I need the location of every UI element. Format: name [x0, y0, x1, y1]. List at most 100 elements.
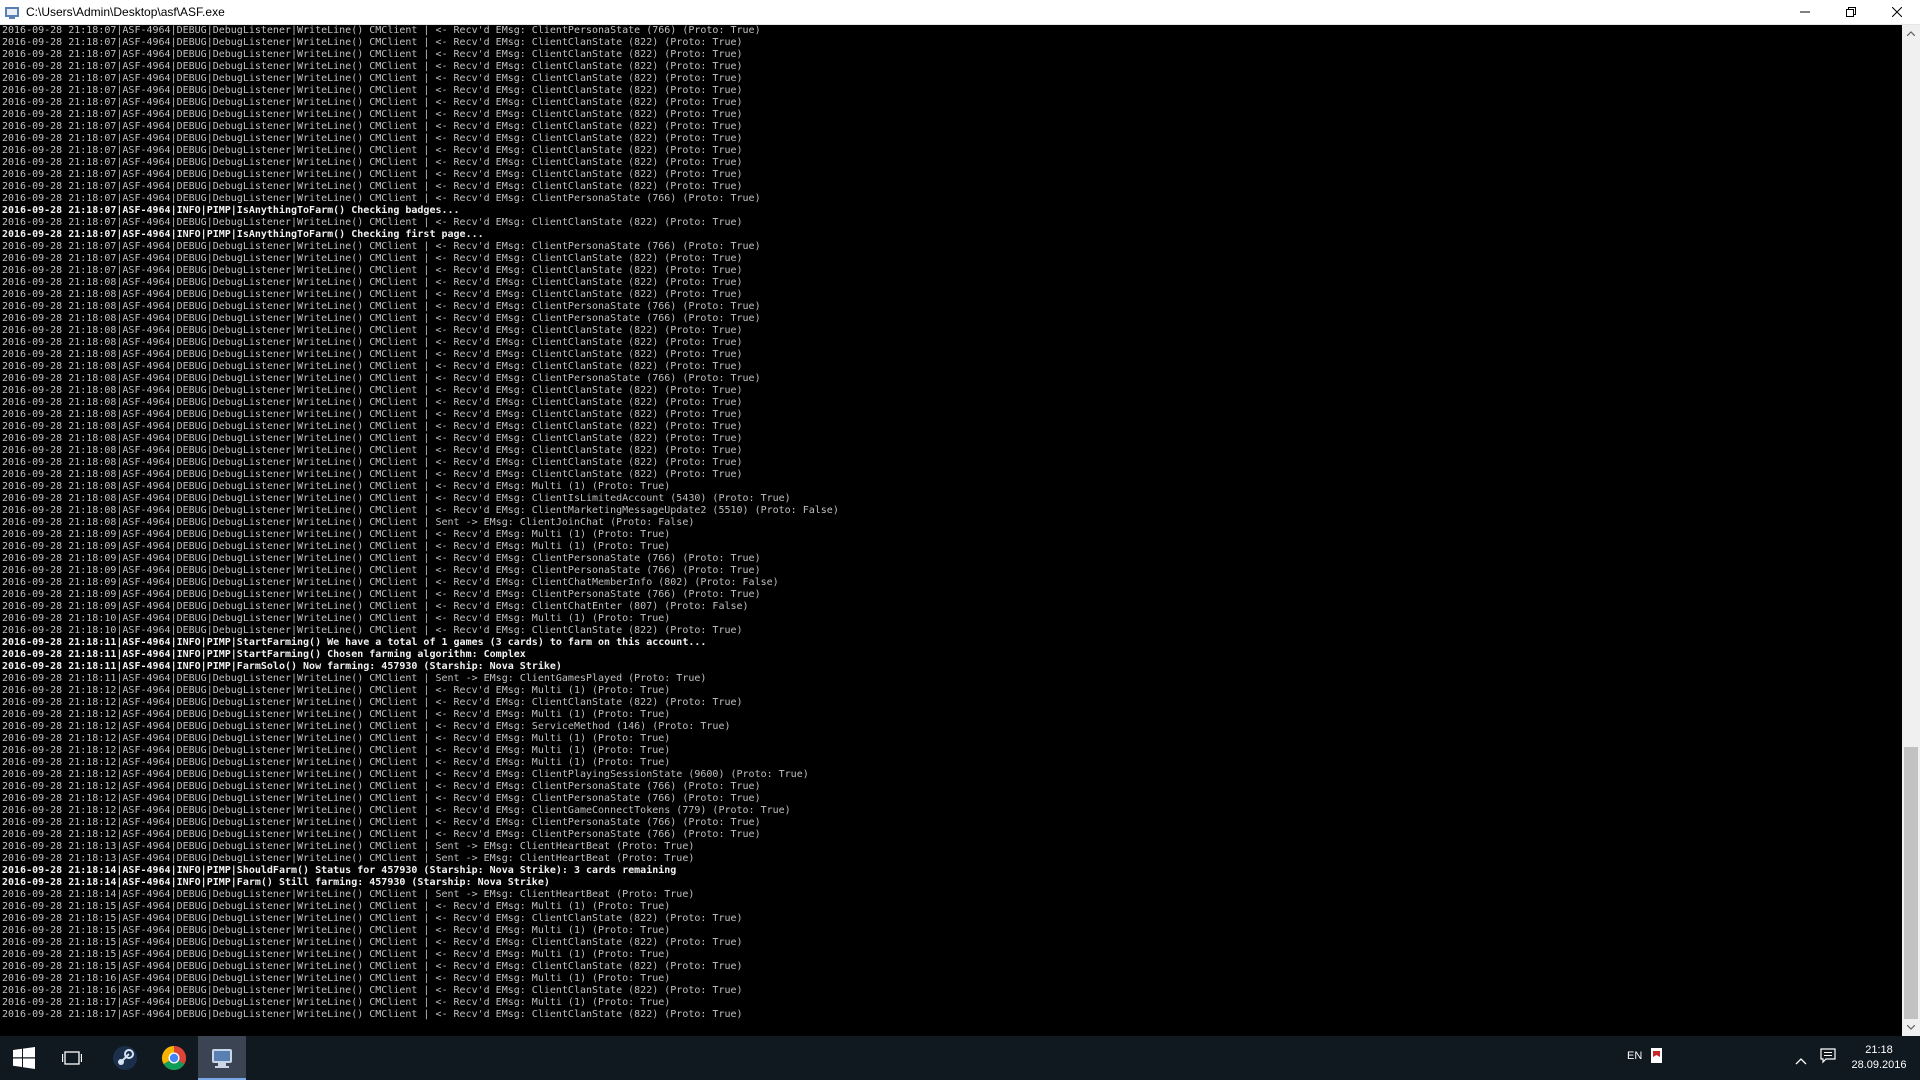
log-line: 2016-09-28 21:18:08|ASF-4964|DEBUG|Debug… — [2, 277, 743, 288]
log-line: 2016-09-28 21:18:08|ASF-4964|DEBUG|Debug… — [2, 385, 743, 396]
log-line: 2016-09-28 21:18:08|ASF-4964|DEBUG|Debug… — [2, 373, 761, 384]
log-line: 2016-09-28 21:18:08|ASF-4964|DEBUG|Debug… — [2, 505, 839, 516]
log-line: 2016-09-28 21:18:07|ASF-4964|DEBUG|Debug… — [2, 133, 743, 144]
asf-app-icon — [212, 1049, 232, 1068]
log-line: 2016-09-28 21:18:15|ASF-4964|DEBUG|Debug… — [2, 961, 743, 972]
flag-icon-shape — [1651, 1049, 1662, 1063]
steam-icon — [113, 1046, 137, 1070]
log-line: 2016-09-28 21:18:15|ASF-4964|DEBUG|Debug… — [2, 901, 671, 912]
clock-time: 21:18 — [1865, 1044, 1893, 1056]
input-language-indicator[interactable]: EN — [1627, 1050, 1642, 1062]
start-button[interactable] — [0, 1036, 48, 1080]
taskbar: EN 21:18 28.09.2016 — [0, 1036, 1920, 1080]
log-line: 2016-09-28 21:18:15|ASF-4964|DEBUG|Debug… — [2, 949, 671, 960]
log-line: 2016-09-28 21:18:07|ASF-4964|DEBUG|Debug… — [2, 265, 743, 276]
log-line: 2016-09-28 21:18:11|ASF-4964|INFO|PIMP|S… — [2, 649, 526, 660]
log-line: 2016-09-28 21:18:09|ASF-4964|DEBUG|Debug… — [2, 553, 761, 564]
log-line: 2016-09-28 21:18:07|ASF-4964|DEBUG|Debug… — [2, 241, 761, 252]
taskbar-steam[interactable] — [101, 1036, 149, 1080]
log-line: 2016-09-28 21:18:12|ASF-4964|DEBUG|Debug… — [2, 757, 671, 768]
log-line: 2016-09-28 21:18:10|ASF-4964|DEBUG|Debug… — [2, 625, 743, 636]
log-line: 2016-09-28 21:18:12|ASF-4964|DEBUG|Debug… — [2, 745, 671, 756]
scroll-up-button[interactable] — [1902, 25, 1920, 42]
log-line: 2016-09-28 21:18:07|ASF-4964|DEBUG|Debug… — [2, 145, 743, 156]
log-line: 2016-09-28 21:18:12|ASF-4964|DEBUG|Debug… — [2, 817, 761, 828]
log-line: 2016-09-28 21:18:17|ASF-4964|DEBUG|Debug… — [2, 1009, 743, 1020]
action-center-button[interactable] — [1820, 1048, 1836, 1068]
taskbar-chrome[interactable] — [150, 1036, 198, 1080]
log-line: 2016-09-28 21:18:07|ASF-4964|DEBUG|Debug… — [2, 49, 743, 60]
log-line: 2016-09-28 21:18:16|ASF-4964|DEBUG|Debug… — [2, 973, 671, 984]
log-line: 2016-09-28 21:18:08|ASF-4964|DEBUG|Debug… — [2, 493, 791, 504]
log-line: 2016-09-28 21:18:12|ASF-4964|DEBUG|Debug… — [2, 829, 761, 840]
log-line: 2016-09-28 21:18:14|ASF-4964|DEBUG|Debug… — [2, 889, 695, 900]
log-line: 2016-09-28 21:18:11|ASF-4964|DEBUG|Debug… — [2, 673, 707, 684]
log-line: 2016-09-28 21:18:07|ASF-4964|DEBUG|Debug… — [2, 73, 743, 84]
log-line: 2016-09-28 21:18:07|ASF-4964|DEBUG|Debug… — [2, 217, 743, 228]
log-line: 2016-09-28 21:18:14|ASF-4964|INFO|PIMP|F… — [2, 877, 550, 888]
taskbar-asf[interactable] — [198, 1036, 246, 1080]
log-line: 2016-09-28 21:18:07|ASF-4964|DEBUG|Debug… — [2, 157, 743, 168]
log-line: 2016-09-28 21:18:11|ASF-4964|INFO|PIMP|S… — [2, 637, 707, 648]
log-line: 2016-09-28 21:18:09|ASF-4964|DEBUG|Debug… — [2, 529, 671, 540]
log-line: 2016-09-28 21:18:11|ASF-4964|INFO|PIMP|F… — [2, 661, 562, 672]
flag-icon[interactable] — [1651, 1048, 1662, 1063]
log-line: 2016-09-28 21:18:08|ASF-4964|DEBUG|Debug… — [2, 301, 761, 312]
log-line: 2016-09-28 21:18:07|ASF-4964|DEBUG|Debug… — [2, 109, 743, 120]
restore-icon — [1846, 7, 1856, 17]
log-line: 2016-09-28 21:18:08|ASF-4964|DEBUG|Debug… — [2, 433, 743, 444]
log-line: 2016-09-28 21:18:08|ASF-4964|DEBUG|Debug… — [2, 361, 743, 372]
scroll-down-button[interactable] — [1902, 1019, 1920, 1036]
scroll-up-arrow-icon — [1907, 31, 1915, 36]
log-line: 2016-09-28 21:18:07|ASF-4964|DEBUG|Debug… — [2, 61, 743, 72]
log-line: 2016-09-28 21:18:08|ASF-4964|DEBUG|Debug… — [2, 517, 695, 528]
log-line: 2016-09-28 21:18:07|ASF-4964|INFO|PIMP|I… — [2, 205, 460, 216]
restore-button[interactable] — [1828, 0, 1874, 24]
system-clock[interactable]: 21:18 28.09.2016 — [1840, 1043, 1918, 1073]
log-line: 2016-09-28 21:18:08|ASF-4964|DEBUG|Debug… — [2, 445, 743, 456]
close-button[interactable] — [1874, 0, 1920, 24]
log-line: 2016-09-28 21:18:12|ASF-4964|DEBUG|Debug… — [2, 709, 671, 720]
log-line: 2016-09-28 21:18:15|ASF-4964|DEBUG|Debug… — [2, 937, 743, 948]
log-line: 2016-09-28 21:18:09|ASF-4964|DEBUG|Debug… — [2, 565, 761, 576]
log-line: 2016-09-28 21:18:17|ASF-4964|DEBUG|Debug… — [2, 997, 671, 1008]
log-line: 2016-09-28 21:18:14|ASF-4964|INFO|PIMP|S… — [2, 865, 677, 876]
log-line: 2016-09-28 21:18:15|ASF-4964|DEBUG|Debug… — [2, 913, 743, 924]
log-line: 2016-09-28 21:18:08|ASF-4964|DEBUG|Debug… — [2, 457, 743, 468]
log-line: 2016-09-28 21:18:07|ASF-4964|DEBUG|Debug… — [2, 25, 761, 36]
log-line: 2016-09-28 21:18:07|ASF-4964|DEBUG|Debug… — [2, 181, 743, 192]
log-line: 2016-09-28 21:18:07|ASF-4964|DEBUG|Debug… — [2, 253, 743, 264]
log-line: 2016-09-28 21:18:12|ASF-4964|DEBUG|Debug… — [2, 793, 761, 804]
window-titlebar[interactable]: C:\Users\Admin\Desktop\asf\ASF.exe — [0, 0, 1920, 25]
window-title: C:\Users\Admin\Desktop\asf\ASF.exe — [26, 5, 225, 19]
log-line: 2016-09-28 21:18:08|ASF-4964|DEBUG|Debug… — [2, 397, 743, 408]
task-view-button[interactable] — [48, 1036, 96, 1080]
scrollbar-thumb[interactable] — [1904, 747, 1918, 1019]
log-line: 2016-09-28 21:18:12|ASF-4964|DEBUG|Debug… — [2, 721, 731, 732]
show-hidden-icons-button[interactable] — [1795, 1050, 1807, 1069]
log-line: 2016-09-28 21:18:07|ASF-4964|DEBUG|Debug… — [2, 85, 743, 96]
vertical-scrollbar[interactable] — [1902, 25, 1920, 1036]
log-line: 2016-09-28 21:18:07|ASF-4964|DEBUG|Debug… — [2, 37, 743, 48]
log-line: 2016-09-28 21:18:08|ASF-4964|DEBUG|Debug… — [2, 337, 743, 348]
log-line: 2016-09-28 21:18:08|ASF-4964|DEBUG|Debug… — [2, 349, 743, 360]
log-line: 2016-09-28 21:18:08|ASF-4964|DEBUG|Debug… — [2, 325, 743, 336]
log-line: 2016-09-28 21:18:12|ASF-4964|DEBUG|Debug… — [2, 769, 809, 780]
scroll-down-arrow-icon — [1907, 1025, 1915, 1030]
log-line: 2016-09-28 21:18:09|ASF-4964|DEBUG|Debug… — [2, 589, 761, 600]
log-line: 2016-09-28 21:18:09|ASF-4964|DEBUG|Debug… — [2, 601, 749, 612]
log-line: 2016-09-28 21:18:13|ASF-4964|DEBUG|Debug… — [2, 853, 695, 864]
task-view-icon — [62, 1051, 82, 1065]
windows-start-icon — [13, 1047, 35, 1069]
log-line: 2016-09-28 21:18:07|ASF-4964|DEBUG|Debug… — [2, 121, 743, 132]
minimize-button[interactable] — [1782, 0, 1828, 24]
minimize-icon — [1800, 11, 1810, 13]
log-line: 2016-09-28 21:18:15|ASF-4964|DEBUG|Debug… — [2, 925, 671, 936]
console-output[interactable]: 2016-09-28 21:18:07|ASF-4964|DEBUG|Debug… — [0, 25, 1902, 1036]
log-line: 2016-09-28 21:18:08|ASF-4964|DEBUG|Debug… — [2, 313, 761, 324]
log-line: 2016-09-28 21:18:10|ASF-4964|DEBUG|Debug… — [2, 613, 671, 624]
asf-window-icon — [5, 7, 19, 19]
log-line: 2016-09-28 21:18:07|ASF-4964|DEBUG|Debug… — [2, 169, 743, 180]
log-line: 2016-09-28 21:18:12|ASF-4964|DEBUG|Debug… — [2, 781, 761, 792]
close-icon — [1892, 7, 1902, 17]
